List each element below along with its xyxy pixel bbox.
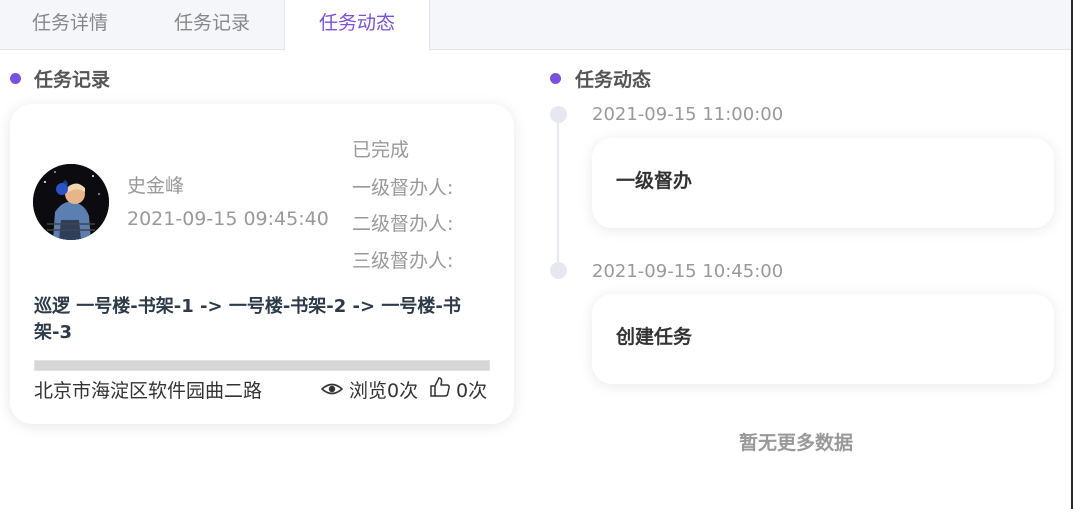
section-dot	[10, 73, 21, 84]
timeline-card-text: 一级督办	[616, 170, 693, 192]
tab-task-detail[interactable]: 任务详情	[0, 0, 140, 50]
view-count: 浏览0次	[349, 380, 419, 402]
timeline-card[interactable]: 创建任务	[592, 294, 1054, 384]
timeline-time: 2021-09-15 11:00:00	[592, 104, 784, 125]
timeline-card[interactable]: 一级督办	[592, 138, 1054, 228]
tab-bar: 任务详情 任务记录 任务动态	[0, 0, 1073, 51]
record-image-strip	[34, 360, 490, 371]
status-text: 已完成	[352, 139, 410, 161]
avatar	[33, 164, 109, 240]
record-time: 2021-09-15 09:45:40	[127, 208, 329, 230]
dynamics-section-title: 任务动态	[575, 69, 652, 91]
address-text: 北京市海淀区软件园曲二路	[34, 380, 263, 402]
task-description: 巡逻 一号楼-书架-1 -> 一号楼-书架-2 -> 一号楼-书架-3	[34, 296, 461, 343]
tab-task-dynamics[interactable]: 任务动态	[284, 0, 430, 51]
supervisor-level1: 一级督办人:	[352, 177, 454, 199]
timeline-node	[550, 262, 567, 279]
user-name: 史金峰	[127, 175, 185, 197]
section-dot	[550, 73, 561, 84]
tab-task-record[interactable]: 任务记录	[140, 0, 284, 50]
like-count: 0次	[456, 380, 488, 402]
timeline-node	[550, 106, 567, 123]
timeline-card-text: 创建任务	[616, 326, 693, 348]
eye-icon	[320, 380, 344, 402]
record-card[interactable]: 史金峰 2021-09-15 09:45:40 已完成 一级督办人: 二级督办人…	[10, 104, 514, 424]
timeline-time: 2021-09-15 10:45:00	[592, 261, 784, 282]
supervisor-level2: 二级督办人:	[352, 213, 454, 235]
no-more-data: 暂无更多数据	[739, 432, 854, 454]
thumbs-up-icon[interactable]	[429, 376, 451, 402]
record-section-title: 任务记录	[34, 69, 111, 91]
avatar-image	[33, 164, 109, 240]
supervisor-level3: 三级督办人:	[352, 250, 454, 272]
timeline-line	[557, 114, 559, 270]
